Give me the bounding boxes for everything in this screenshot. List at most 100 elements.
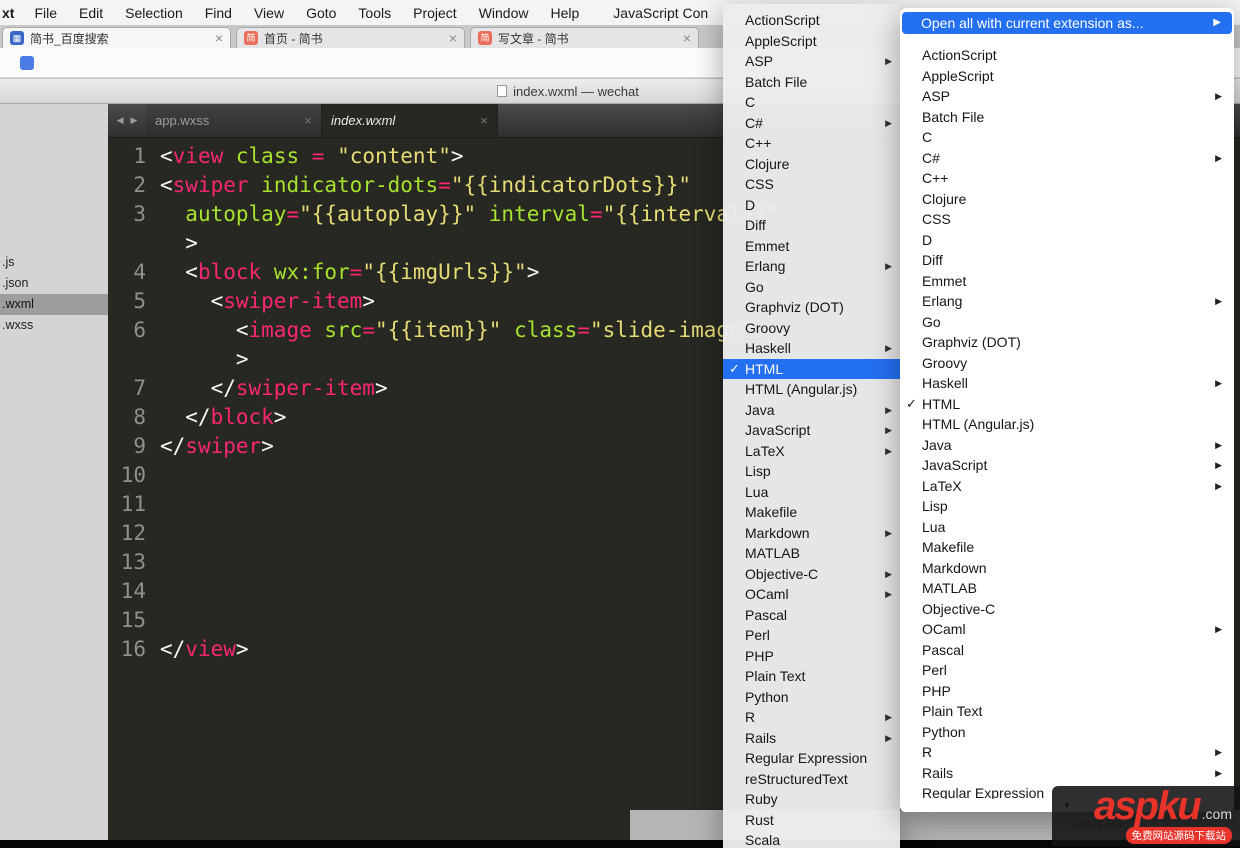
- syntax-menu-item[interactable]: Lua: [723, 482, 900, 503]
- syntax-menu-item[interactable]: C: [723, 92, 900, 113]
- syntax-menu-item[interactable]: R ▶: [723, 707, 900, 728]
- open-with-menu-item[interactable]: Pascal: [900, 640, 1234, 661]
- menubar-item[interactable]: Tools: [347, 5, 402, 21]
- sidebar-file[interactable]: .wxss: [0, 315, 108, 336]
- syntax-menu-item[interactable]: Pascal: [723, 605, 900, 626]
- syntax-menu-item[interactable]: Lisp: [723, 461, 900, 482]
- open-with-menu-item[interactable]: Batch File: [900, 107, 1234, 128]
- open-with-menu-item[interactable]: R ▶: [900, 742, 1234, 763]
- sidebar-file[interactable]: .wxml: [0, 294, 108, 315]
- syntax-menu-item[interactable]: Clojure: [723, 154, 900, 175]
- open-with-menu-item[interactable]: Markdown: [900, 558, 1234, 579]
- open-with-menu-item[interactable]: Lisp: [900, 496, 1234, 517]
- tab-nav-forward-icon[interactable]: ▶: [131, 115, 138, 126]
- open-with-menu-item[interactable]: OCaml ▶: [900, 619, 1234, 640]
- open-with-menu-item[interactable]: Plain Text: [900, 701, 1234, 722]
- syntax-menu-item[interactable]: Objective-C ▶: [723, 564, 900, 585]
- tab-close-icon[interactable]: ×: [215, 31, 223, 45]
- menubar-item[interactable]: Window: [468, 5, 540, 21]
- syntax-menu-item[interactable]: Python: [723, 687, 900, 708]
- open-with-menu-item[interactable]: Graphviz (DOT): [900, 332, 1234, 353]
- open-with-menu-item[interactable]: Emmet: [900, 271, 1234, 292]
- syntax-menu-item[interactable]: Makefile: [723, 502, 900, 523]
- syntax-menu-item[interactable]: D: [723, 195, 900, 216]
- syntax-menu-item[interactable]: Diff: [723, 215, 900, 236]
- syntax-menu-item[interactable]: Ruby: [723, 789, 900, 810]
- syntax-menu-item[interactable]: OCaml ▶: [723, 584, 900, 605]
- syntax-menu-item[interactable]: Batch File: [723, 72, 900, 93]
- open-with-menu-item[interactable]: ActionScript: [900, 45, 1234, 66]
- syntax-menu-item[interactable]: Graphviz (DOT): [723, 297, 900, 318]
- open-with-menu-item[interactable]: Diff: [900, 250, 1234, 271]
- open-with-menu-item[interactable]: C# ▶: [900, 148, 1234, 169]
- syntax-menu-item[interactable]: Java ▶: [723, 400, 900, 421]
- syntax-menu-item[interactable]: Perl: [723, 625, 900, 646]
- editor-tab[interactable]: app.wxss ×: [146, 104, 322, 137]
- open-with-header[interactable]: Open all with current extension as... ▶: [902, 12, 1232, 34]
- syntax-menu-item[interactable]: HTML (Angular.js): [723, 379, 900, 400]
- open-with-menu-item[interactable]: Haskell ▶: [900, 373, 1234, 394]
- tab-close-icon[interactable]: ×: [683, 31, 691, 45]
- menubar-item[interactable]: xt: [0, 5, 23, 21]
- tab-close-icon[interactable]: ×: [474, 113, 488, 128]
- syntax-menu-item[interactable]: AppleScript: [723, 31, 900, 52]
- open-with-menu-item[interactable]: HTML (Angular.js): [900, 414, 1234, 435]
- editor-tab[interactable]: index.wxml ×: [322, 104, 498, 137]
- open-with-menu-item[interactable]: Lua: [900, 517, 1234, 538]
- open-with-menu-item[interactable]: MATLAB: [900, 578, 1234, 599]
- syntax-menu-item[interactable]: CSS: [723, 174, 900, 195]
- open-with-menu-item[interactable]: PHP: [900, 681, 1234, 702]
- open-with-menu-item[interactable]: ✓ HTML: [900, 394, 1234, 415]
- syntax-menu-item[interactable]: Groovy: [723, 318, 900, 339]
- open-with-menu-item[interactable]: Clojure: [900, 189, 1234, 210]
- syntax-menu-item[interactable]: C# ▶: [723, 113, 900, 134]
- syntax-menu-item[interactable]: Emmet: [723, 236, 900, 257]
- syntax-menu-item[interactable]: Regular Expression: [723, 748, 900, 769]
- syntax-menu-item[interactable]: reStructuredText: [723, 769, 900, 790]
- tab-nav-back-icon[interactable]: ◀: [117, 115, 124, 126]
- syntax-menu-item[interactable]: Rails ▶: [723, 728, 900, 749]
- open-with-menu-item[interactable]: Rails ▶: [900, 763, 1234, 784]
- menubar-item[interactable]: Help: [539, 5, 590, 21]
- browser-tab[interactable]: ▦ 简书_百度搜索 ×: [2, 27, 231, 48]
- syntax-menu-item[interactable]: Go: [723, 277, 900, 298]
- menubar-item[interactable]: Find: [194, 5, 243, 21]
- menubar-item[interactable]: View: [243, 5, 295, 21]
- open-with-menu-item[interactable]: Perl: [900, 660, 1234, 681]
- open-with-menu-item[interactable]: Python: [900, 722, 1234, 743]
- open-with-menu-item[interactable]: Groovy: [900, 353, 1234, 374]
- open-with-menu-item[interactable]: CSS: [900, 209, 1234, 230]
- menubar-item[interactable]: Selection: [114, 5, 194, 21]
- syntax-menu-item[interactable]: Markdown ▶: [723, 523, 900, 544]
- bookmark-favicon[interactable]: [20, 56, 34, 70]
- open-with-menu-item[interactable]: Go: [900, 312, 1234, 333]
- sidebar-file[interactable]: .json: [0, 273, 108, 294]
- menubar-item[interactable]: Goto: [295, 5, 347, 21]
- syntax-menu-item[interactable]: JavaScript ▶: [723, 420, 900, 441]
- menubar-item[interactable]: JavaScript Con: [602, 5, 719, 21]
- open-with-menu-item[interactable]: Objective-C: [900, 599, 1234, 620]
- syntax-menu-item[interactable]: ASP ▶: [723, 51, 900, 72]
- syntax-menu-item[interactable]: Plain Text: [723, 666, 900, 687]
- menubar-item[interactable]: Edit: [68, 5, 114, 21]
- browser-tab[interactable]: 简写文章 - 简书 ×: [470, 27, 699, 48]
- menubar-item[interactable]: File: [23, 5, 68, 21]
- tab-close-icon[interactable]: ×: [298, 113, 312, 128]
- open-with-menu-item[interactable]: Makefile: [900, 537, 1234, 558]
- syntax-menu-item[interactable]: Erlang ▶: [723, 256, 900, 277]
- syntax-menu-item[interactable]: MATLAB: [723, 543, 900, 564]
- syntax-menu-item[interactable]: LaTeX ▶: [723, 441, 900, 462]
- syntax-menu-item[interactable]: Scala: [723, 830, 900, 848]
- syntax-menu-item[interactable]: C++: [723, 133, 900, 154]
- open-with-menu-item[interactable]: C++: [900, 168, 1234, 189]
- open-with-menu-item[interactable]: D: [900, 230, 1234, 251]
- syntax-menu-item[interactable]: ActionScript: [723, 10, 900, 31]
- tab-close-icon[interactable]: ×: [449, 31, 457, 45]
- open-with-menu-item[interactable]: C: [900, 127, 1234, 148]
- open-with-menu-item[interactable]: LaTeX ▶: [900, 476, 1234, 497]
- open-with-menu-item[interactable]: Java ▶: [900, 435, 1234, 456]
- open-with-menu-item[interactable]: AppleScript: [900, 66, 1234, 87]
- syntax-menu-item[interactable]: ✓ HTML: [723, 358, 900, 379]
- browser-tab[interactable]: 简首页 - 简书 ×: [236, 27, 465, 48]
- sidebar-file[interactable]: .js: [0, 252, 108, 273]
